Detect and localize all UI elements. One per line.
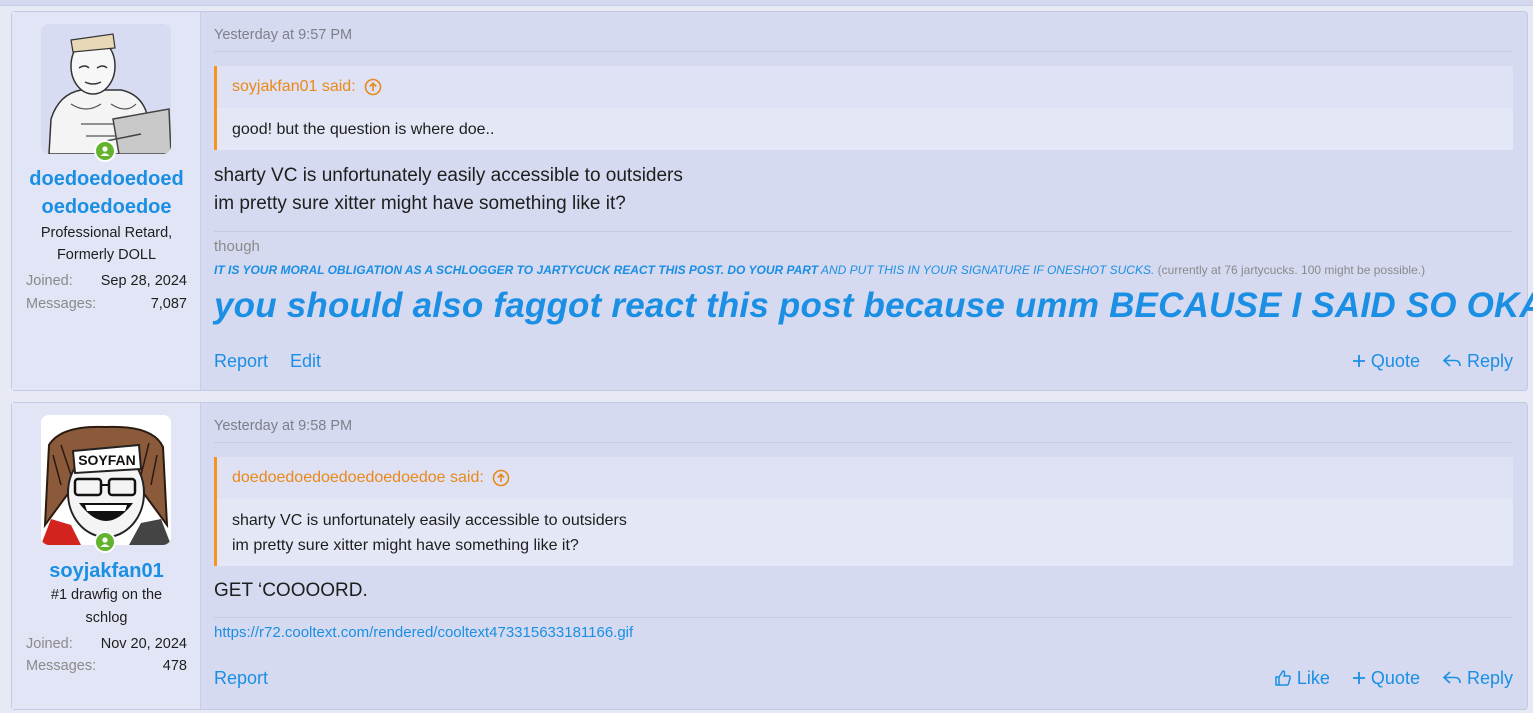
post-1: doedoedoedoed oedoedoedoe Professional R… xyxy=(11,11,1533,391)
message-line1: sharty VC is unfortunately easily access… xyxy=(214,165,683,186)
signature-big-text: you should also faggot react this post b… xyxy=(214,286,1533,325)
post-content: Yesterday at 9:57 PM soyjakfan01 said: g… xyxy=(201,12,1533,390)
report-button[interactable]: Report xyxy=(214,668,268,689)
signature-rest-text: AND PUT THIS IN YOUR SIGNATURE IF ONESHO… xyxy=(818,263,1155,277)
message-line2: im pretty sure xitter might have somethi… xyxy=(214,193,626,214)
joined-value: Nov 20, 2024 xyxy=(100,636,187,652)
post-actions: Report Like Quote Reply xyxy=(214,663,1513,693)
username[interactable]: soyjakfan01 xyxy=(12,557,201,585)
user-title-line2: schlog xyxy=(85,610,128,626)
plus-icon xyxy=(1352,672,1365,684)
messages-label: Messages: xyxy=(26,296,97,312)
quote-button[interactable]: Quote xyxy=(1352,351,1420,372)
jump-up-icon[interactable] xyxy=(492,469,510,487)
avatar[interactable]: SOYFAN xyxy=(41,415,171,545)
user-title-line1: Professional Retard, xyxy=(40,225,173,241)
post-date[interactable]: Yesterday at 9:58 PM xyxy=(214,418,352,434)
user-title-line2: Formerly DOLL xyxy=(56,247,157,263)
jump-up-icon[interactable] xyxy=(364,78,382,96)
reply-icon xyxy=(1442,354,1461,367)
previous-post-edge xyxy=(0,0,1533,6)
signature-divider xyxy=(214,231,1513,232)
quote-label: Quote xyxy=(1370,667,1420,688)
messages-value: 478 xyxy=(162,658,187,674)
post-content: Yesterday at 9:58 PM doedoedoedoedoedoed… xyxy=(201,403,1527,709)
soyjak-avatar-icon: SOYFAN xyxy=(41,415,171,545)
post-2: SOYFAN soyjakfan01 #1 drawfig on the sch… xyxy=(11,402,1528,710)
joined-value: Sep 28, 2024 xyxy=(100,273,187,289)
quote-block: doedoedoedoedoedoedoedoe said: sharty VC… xyxy=(214,457,1513,566)
quote-header[interactable]: doedoedoedoedoedoedoedoe said: xyxy=(217,457,1513,499)
messages-stat: Messages: 7,087 xyxy=(26,296,187,312)
quote-text-line1: sharty VC is unfortunately easily access… xyxy=(232,512,627,529)
edit-button[interactable]: Edit xyxy=(290,351,321,372)
user-panel: doedoedoedoed oedoedoedoe Professional R… xyxy=(12,12,201,390)
quote-text: good! but the question is where doe.. xyxy=(232,121,495,138)
signature-divider xyxy=(214,617,1513,618)
username-line2[interactable]: oedoedoedoe xyxy=(12,193,201,221)
signature-link[interactable]: https://r72.cooltext.com/rendered/coolte… xyxy=(214,624,633,641)
signature-muted-text: (currently at 76 jartycucks. 100 might b… xyxy=(1154,263,1426,277)
message-line1: GET ‘COOOORD. xyxy=(214,580,368,601)
report-button[interactable]: Report xyxy=(214,351,268,372)
like-label: Like xyxy=(1296,667,1330,688)
like-button[interactable]: Like xyxy=(1274,668,1330,689)
quote-button[interactable]: Quote xyxy=(1352,668,1420,689)
messages-value: 7,087 xyxy=(150,296,187,312)
avatar-drawing-icon xyxy=(41,24,171,154)
user-title-line1: #1 drawfig on the xyxy=(50,587,163,603)
user-panel: SOYFAN soyjakfan01 #1 drawfig on the sch… xyxy=(12,403,201,709)
plus-icon xyxy=(1352,355,1365,367)
joined-stat: Joined: Sep 28, 2024 xyxy=(26,273,187,289)
reply-label: Reply xyxy=(1466,350,1513,371)
joined-label: Joined: xyxy=(26,273,73,289)
divider xyxy=(214,442,1513,443)
joined-stat: Joined: Nov 20, 2024 xyxy=(26,636,187,652)
username-line1[interactable]: doedoedoedoed xyxy=(12,165,201,193)
thumbs-up-icon xyxy=(1275,670,1291,686)
signature-line: IT IS YOUR MORAL OBLIGATION AS A SCHLOGG… xyxy=(214,263,1425,277)
messages-stat: Messages: 478 xyxy=(26,658,187,674)
quote-header[interactable]: soyjakfan01 said: xyxy=(217,66,1513,108)
post-actions: Report Edit Quote Reply xyxy=(214,346,1513,376)
online-status-icon xyxy=(94,531,116,553)
divider xyxy=(214,51,1513,52)
joined-label: Joined: xyxy=(26,636,73,652)
quote-block: soyjakfan01 said: good! but the question… xyxy=(214,66,1513,150)
reply-button[interactable]: Reply xyxy=(1442,351,1513,372)
online-status-icon xyxy=(94,140,116,162)
quote-author[interactable]: doedoedoedoedoedoedoedoe said: xyxy=(232,469,484,487)
reply-label: Reply xyxy=(1466,667,1513,688)
signature-bold-text: IT IS YOUR MORAL OBLIGATION AS A SCHLOGG… xyxy=(214,263,819,277)
post-date[interactable]: Yesterday at 9:57 PM xyxy=(214,27,352,43)
quote-text-line2: im pretty sure xitter might have somethi… xyxy=(232,537,579,554)
reply-button[interactable]: Reply xyxy=(1442,668,1513,689)
avatar[interactable] xyxy=(41,24,171,154)
quote-label: Quote xyxy=(1370,350,1420,371)
messages-label: Messages: xyxy=(26,658,97,674)
signature-small-text: though xyxy=(214,238,260,255)
quote-author[interactable]: soyjakfan01 said: xyxy=(232,78,356,96)
avatar-cap-text: SOYFAN xyxy=(78,452,136,468)
reply-icon xyxy=(1442,671,1461,684)
